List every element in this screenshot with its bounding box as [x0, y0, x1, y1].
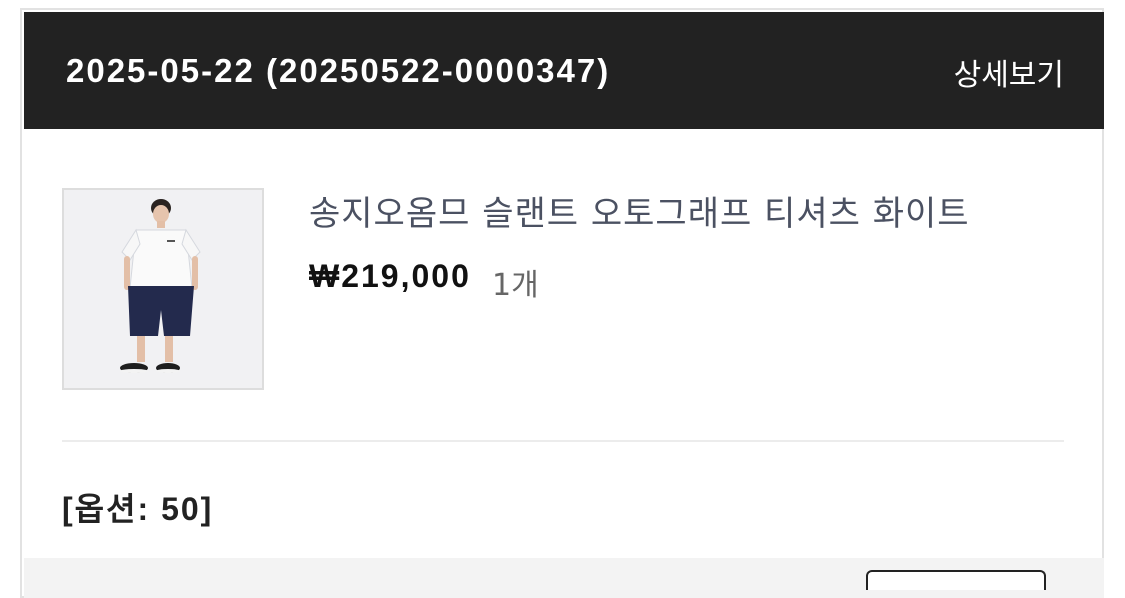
product-photo-illustration [64, 190, 262, 388]
order-date-number: 2025-05-22 (20250522-0000347) [66, 52, 611, 89]
product-name[interactable]: 송지오옴므 슬랜트 오토그래프 티셔츠 화이트 [309, 186, 970, 235]
product-option: [옵션: 50] [62, 491, 214, 527]
product-quantity: 1개 [492, 268, 539, 303]
product-thumbnail[interactable] [62, 188, 264, 390]
divider [62, 440, 1064, 442]
order-card: 2025-05-22 (20250522-0000347) 상세보기 송지오옴므… [20, 8, 1104, 598]
footer-button[interactable] [866, 570, 1046, 590]
view-details-link[interactable]: 상세보기 [954, 50, 1064, 94]
product-price: ₩219,000 [309, 258, 471, 294]
order-header: 2025-05-22 (20250522-0000347) 상세보기 [24, 12, 1104, 129]
